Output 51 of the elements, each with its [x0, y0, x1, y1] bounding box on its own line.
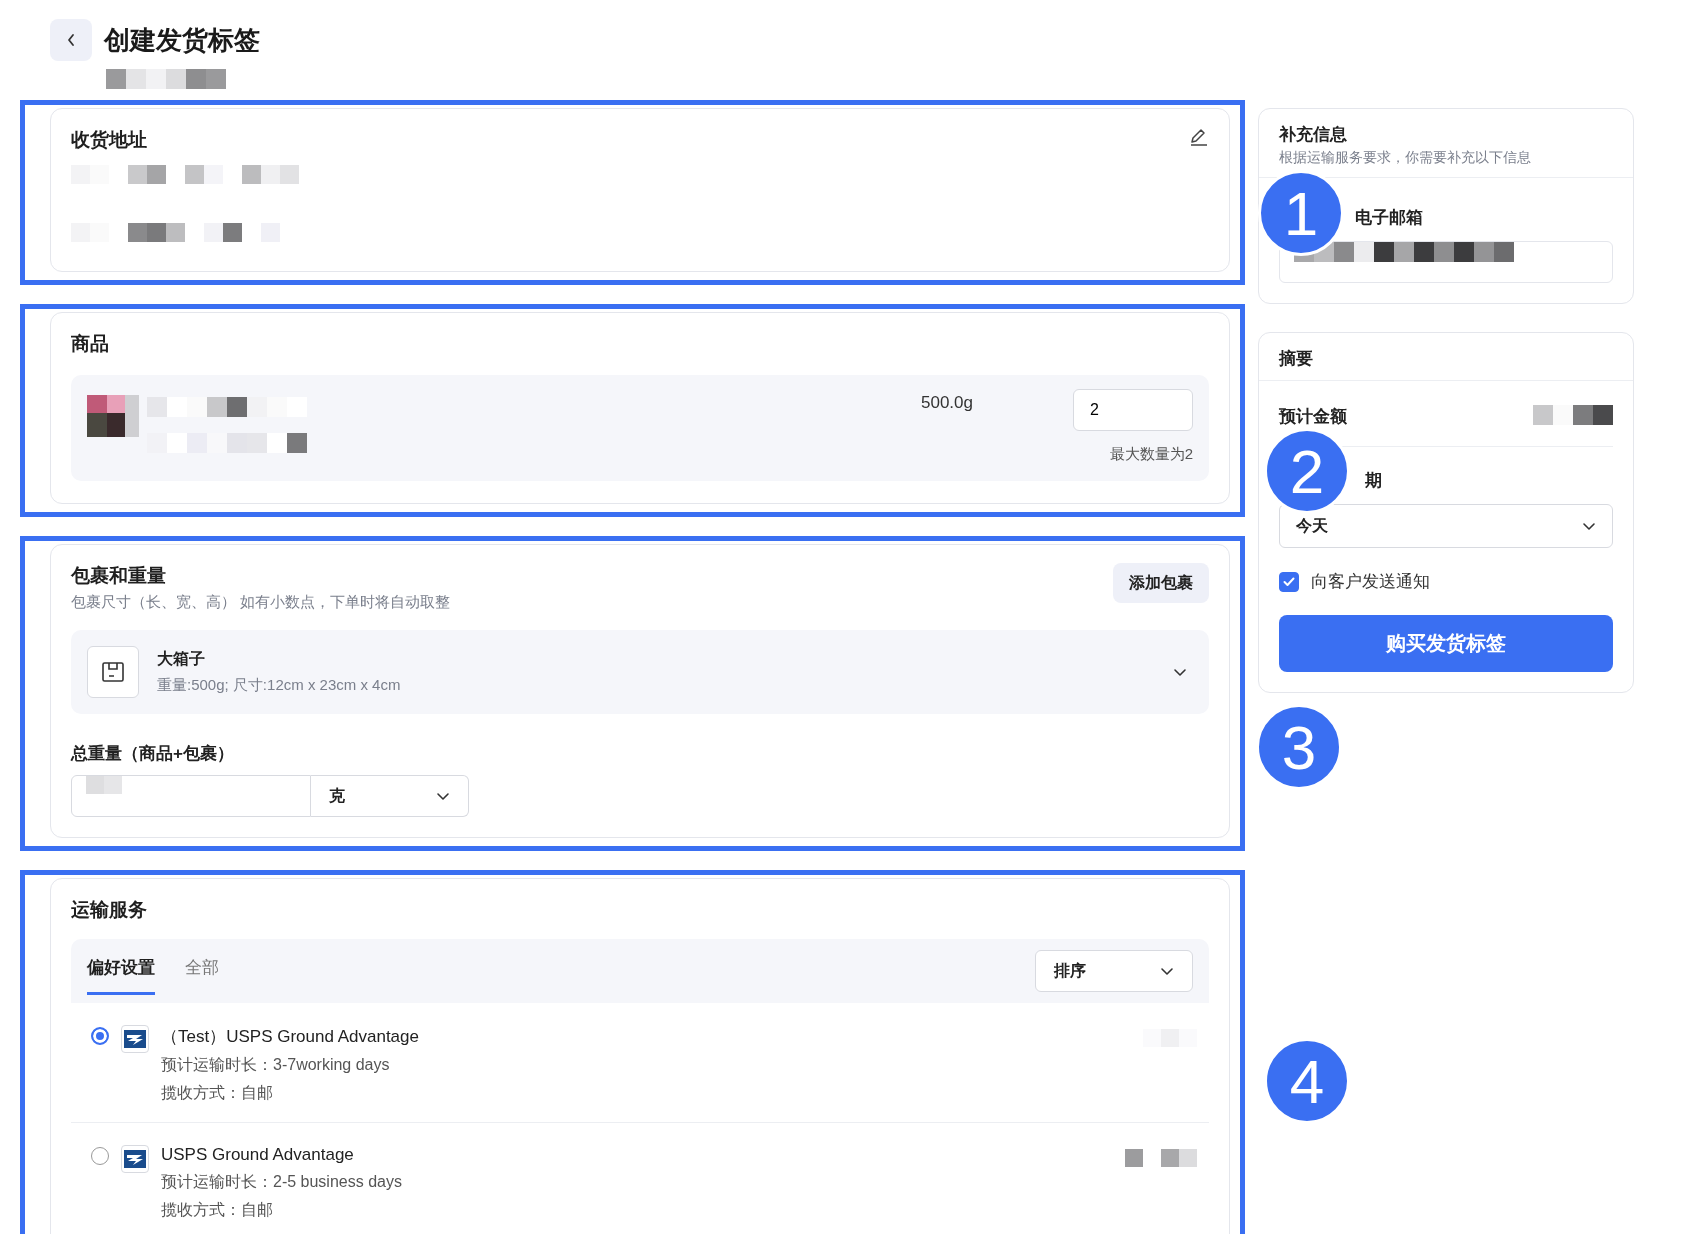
max-quantity-note: 最大数量为2 [1109, 445, 1193, 464]
edit-icon [1189, 127, 1209, 147]
section-subtitle: 包裹尺寸（长、宽、高） 如有小数点，下单时将自动取整 [71, 593, 451, 612]
checkmark-icon [1283, 576, 1295, 587]
section-title: 商品 [71, 332, 110, 356]
tab[interactable]: 全部 [185, 939, 219, 995]
chevron-down-icon [1173, 667, 1187, 677]
chevron-down-icon [1582, 521, 1596, 531]
package-name: 大箱子 [157, 649, 206, 669]
service-name: USPS Ground Advantage [161, 1145, 355, 1165]
weight-field[interactable] [71, 775, 311, 817]
field-label: 电子邮箱 [1355, 207, 1423, 229]
section-subtitle: 根据运输服务要求，你需要补充以下信息 [1279, 149, 1532, 167]
chevron-down-icon [436, 791, 450, 801]
blurred-text [1125, 1149, 1197, 1167]
amount-label: 预计金额 [1279, 406, 1347, 428]
page-title: 创建发货标签 [104, 23, 260, 57]
buy-label-button[interactable]: 购买发货标签 [1279, 615, 1613, 672]
unit-select[interactable]: 克 [311, 775, 469, 817]
section-title: 收货地址 [71, 128, 147, 152]
package-details: 重量:500g; 尺寸:12cm x 23cm x 4cm [157, 676, 402, 695]
section-title: 补充信息 [1279, 124, 1348, 146]
blurred-text [86, 776, 122, 794]
quantity-field[interactable]: 2 [1073, 389, 1193, 431]
radio-button[interactable] [91, 1027, 109, 1045]
weight-text: 500.0g [921, 393, 973, 413]
section-title: 运输服务 [71, 898, 148, 922]
field-label: 期 [1365, 470, 1382, 492]
service-pickup: 揽收方式：自邮 [161, 1083, 274, 1103]
box-icon [101, 661, 125, 683]
annotation-number: 3 [1256, 704, 1342, 790]
tab[interactable]: 偏好设置 [87, 939, 155, 995]
add-package-button[interactable]: 添加包裹 [1113, 563, 1209, 603]
service-duration: 预计运输时长：3-7working days [161, 1055, 391, 1075]
section-title: 包裹和重量 [71, 564, 167, 588]
checkbox[interactable] [1279, 571, 1299, 592]
service-duration: 预计运输时长：2-5 business days [161, 1172, 403, 1192]
sort-dropdown[interactable]: 排序 [1035, 950, 1193, 992]
chevron-down-icon [1160, 966, 1174, 976]
package-option[interactable]: 大箱子 重量:500g; 尺寸:12cm x 23cm x 4cm [71, 630, 1209, 714]
checkbox-label: 向客户发送通知 [1311, 571, 1430, 593]
eagle-logo-icon [124, 1150, 146, 1168]
eagle-logo-icon [124, 1030, 146, 1048]
service-pickup: 揽收方式：自邮 [161, 1200, 274, 1220]
section-title: 摘要 [1279, 348, 1314, 370]
radio-button[interactable] [91, 1147, 109, 1165]
chevron-left-icon [66, 33, 76, 47]
email-field[interactable] [1279, 241, 1613, 283]
field-label: 总重量（商品+包裹） [71, 743, 235, 765]
service-name: （Test）USPS Ground Advantage [161, 1026, 420, 1048]
annotation-number: 4 [1264, 1038, 1350, 1124]
